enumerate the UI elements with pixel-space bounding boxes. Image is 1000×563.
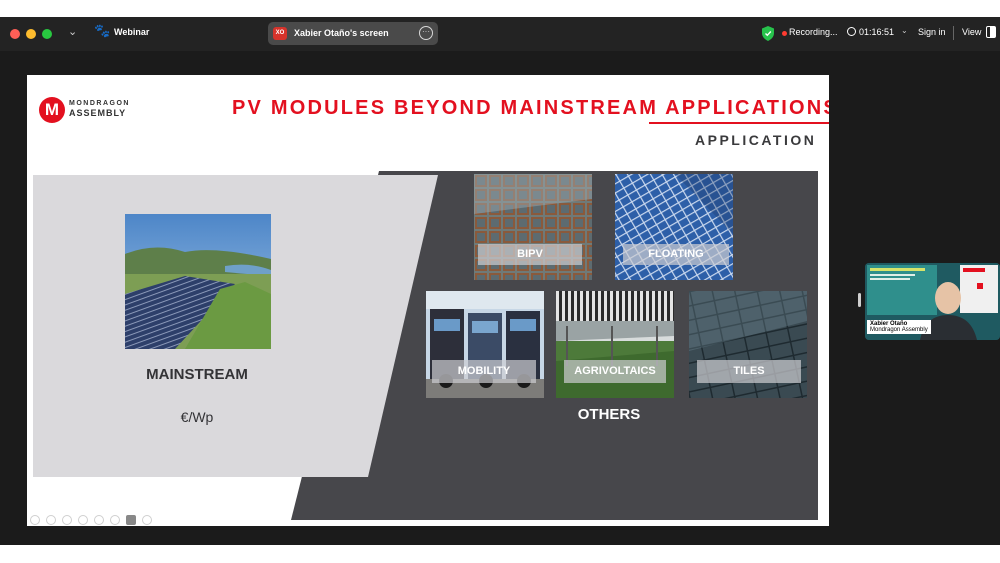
panel-resize-handle[interactable] (858, 293, 861, 307)
solar-tiles-photo: TILES (689, 291, 807, 398)
meeting-timer[interactable]: 01:16:51 (859, 27, 894, 37)
agrivoltaics-photo: AGRIVOLTAICS (556, 291, 674, 398)
pen-icon[interactable] (62, 515, 72, 525)
title-bar: ⌄ 🐾 Webinar XO Xabier Otaño's screen ···… (0, 17, 1000, 51)
logo-text-bottom: ASSEMBLY (69, 108, 127, 118)
subtitles-icon[interactable] (110, 515, 120, 525)
mainstream-label: MAINSTREAM (146, 366, 248, 383)
more-icon[interactable]: ··· (419, 26, 433, 40)
previous-icon[interactable] (30, 515, 40, 525)
close-icon[interactable] (10, 29, 20, 39)
minimize-icon[interactable] (26, 29, 36, 39)
participant-video-tile[interactable]: Xabier Otaño Mondragon Assembly (865, 263, 1000, 340)
video-icon[interactable] (126, 515, 136, 525)
zoom-icon[interactable] (94, 515, 104, 525)
sharer-avatar: XO (273, 27, 287, 40)
shield-icon[interactable] (762, 26, 774, 41)
tile-label: MOBILITY (432, 360, 536, 383)
chevron-down-icon[interactable]: ⌄ (901, 26, 908, 35)
slide-subtitle: APPLICATION (695, 132, 817, 148)
mainstream-solar-farm-photo (125, 214, 271, 349)
title-underline (649, 122, 829, 124)
tile-label: FLOATING (623, 244, 729, 265)
tile-label: TILES (697, 360, 801, 383)
mainstream-unit: €/Wp (180, 409, 214, 425)
maximize-icon[interactable] (42, 29, 52, 39)
zoom-window: ⌄ 🐾 Webinar XO Xabier Otaño's screen ···… (0, 17, 1000, 545)
slides-grid-icon[interactable] (78, 515, 88, 525)
participant-org: Mondragon Assembly (870, 327, 928, 333)
recording-status[interactable]: Recording... (789, 27, 838, 37)
view-layout-icon[interactable] (986, 26, 996, 38)
mobility-photo: MOBILITY (426, 291, 544, 398)
screen-share-indicator[interactable]: XO Xabier Otaño's screen ··· (268, 22, 438, 45)
floating-photo: FLOATING (615, 174, 733, 280)
mondragon-logo: M (39, 97, 65, 123)
more-options-icon[interactable] (142, 515, 152, 525)
view-button[interactable]: View (962, 27, 981, 37)
share-label: Xabier Otaño's screen (294, 28, 389, 38)
bipv-photo: BIPV (474, 174, 592, 280)
logo-text-top: MONDRAGON (69, 100, 130, 107)
divider (953, 26, 954, 40)
tile-label: BIPV (478, 244, 582, 265)
others-label: OTHERS (577, 406, 641, 423)
tile-label: AGRIVOLTAICS (564, 360, 666, 383)
chevron-down-icon[interactable]: ⌄ (68, 25, 77, 38)
shared-slide: M MONDRAGON ASSEMBLY PV MODULES BEYOND M… (27, 75, 829, 526)
paw-icon: 🐾 (94, 24, 111, 39)
sign-in-button[interactable]: Sign in (918, 27, 946, 37)
clock-icon (847, 27, 856, 36)
presentation-controls (30, 512, 158, 525)
slide-title: PV MODULES BEYOND MAINSTREAM APPLICATION… (232, 97, 829, 119)
app-title: Webinar (114, 27, 150, 37)
next-icon[interactable] (46, 515, 56, 525)
participant-name-label: Xabier Otaño Mondragon Assembly (867, 320, 931, 334)
recording-dot-icon (782, 31, 787, 36)
